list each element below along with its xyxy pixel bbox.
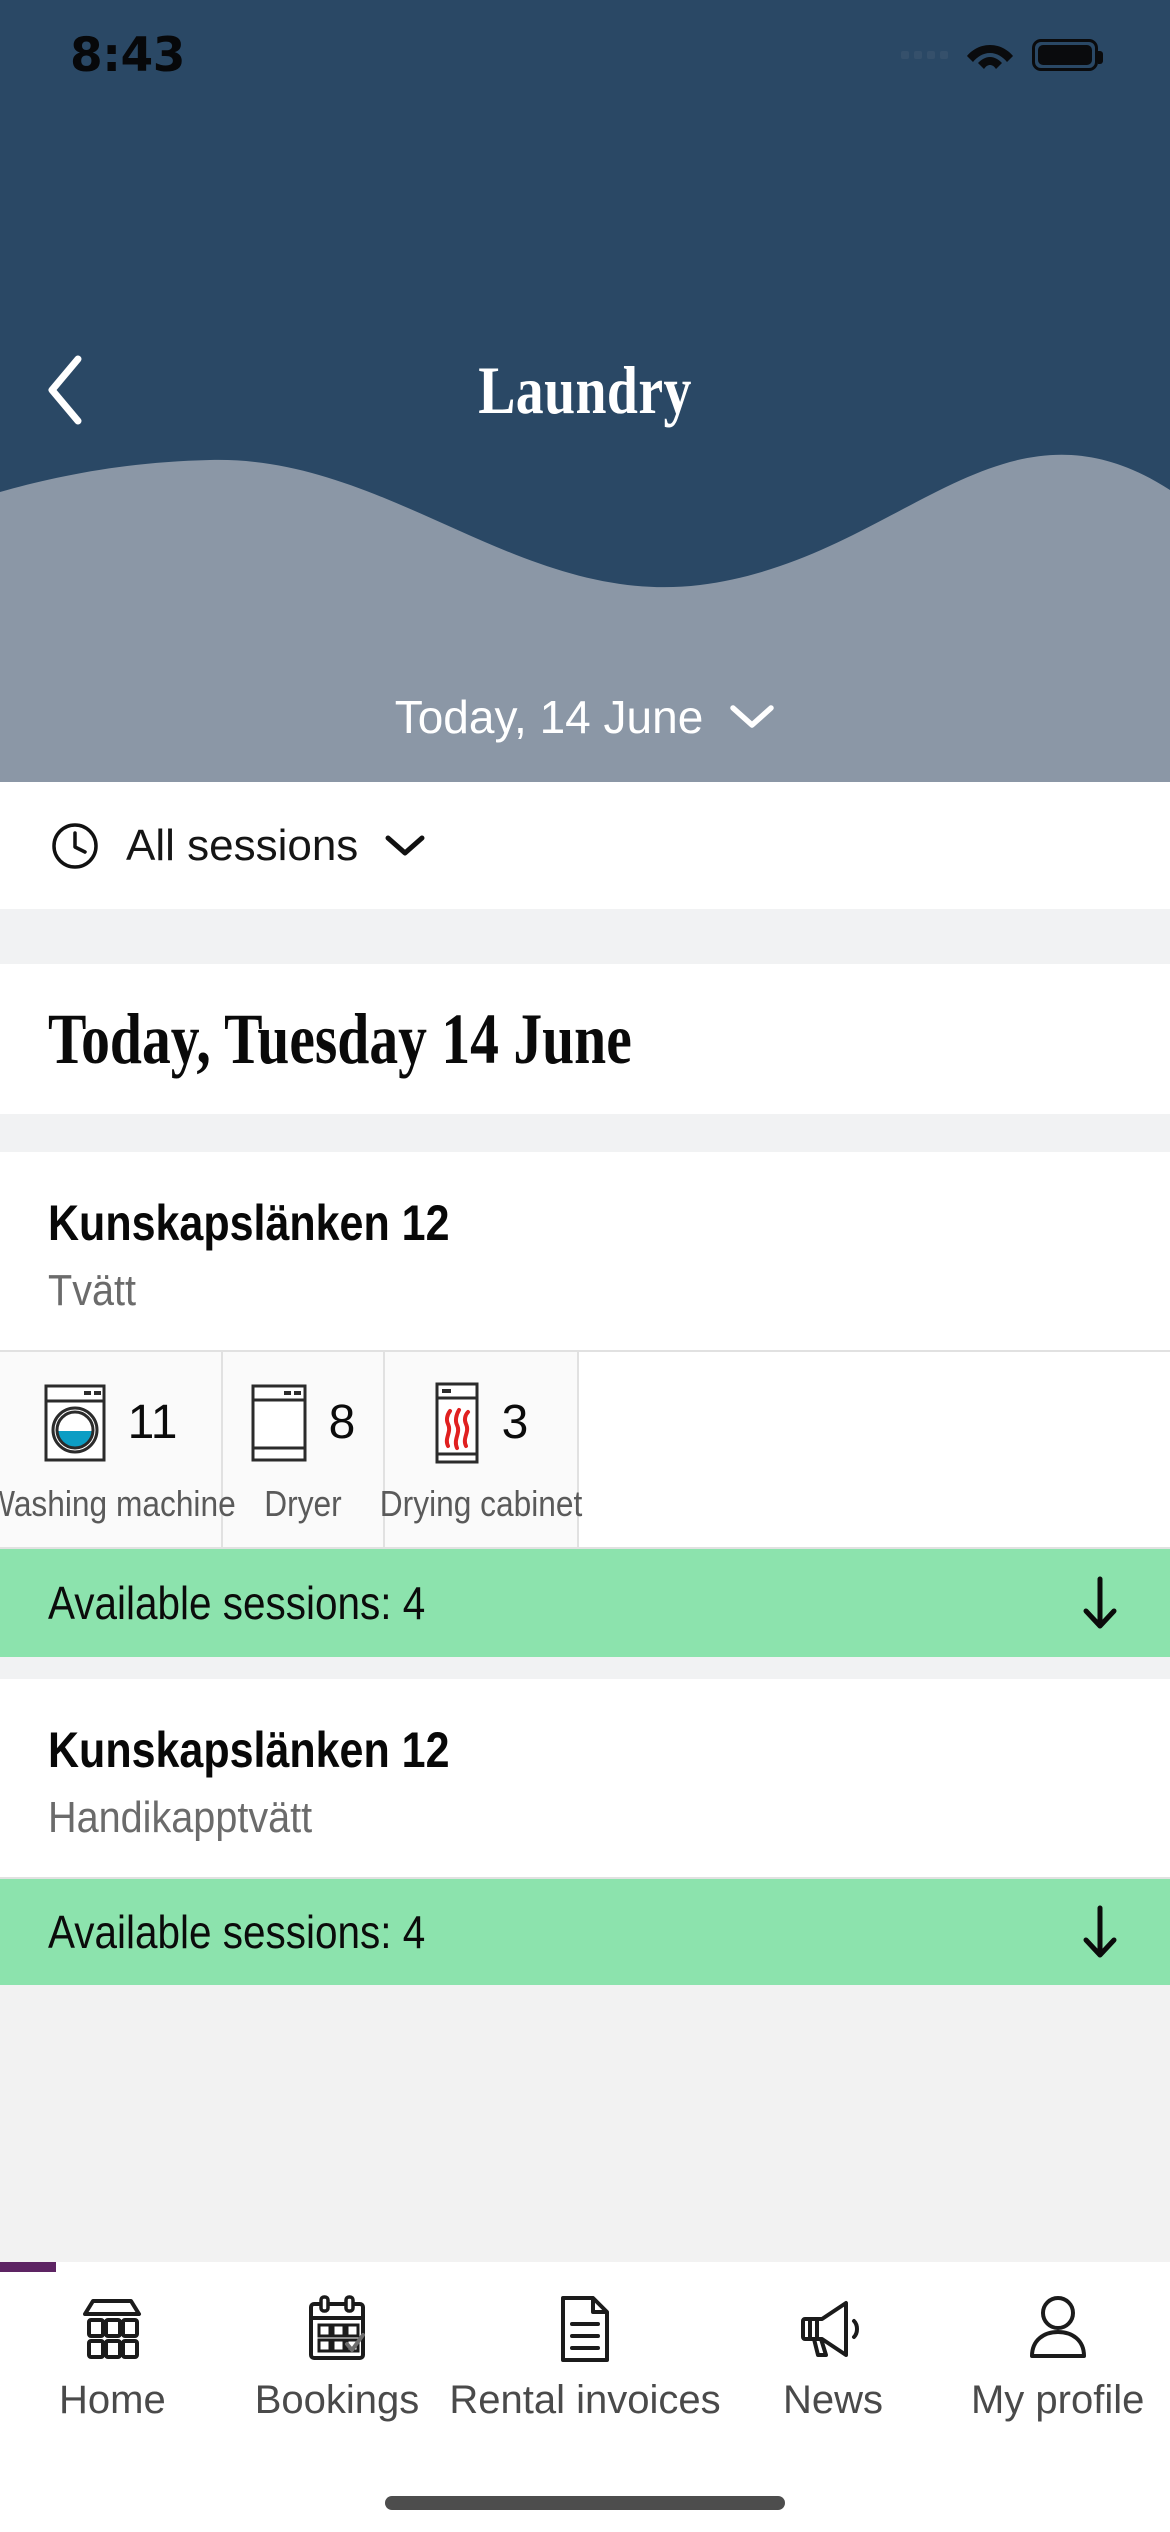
laundry-card-subtitle: Tvätt (48, 1266, 137, 1315)
tab-label: News (782, 2378, 883, 2422)
machine-label: Drying cabinet (379, 1482, 583, 1524)
availability-label: Available sessions: 4 (48, 1906, 426, 1958)
tab-indicator (0, 2262, 56, 2272)
section-divider (0, 909, 1170, 964)
tab-news[interactable]: News (721, 2262, 946, 2423)
status-bar-indicators (901, 37, 1103, 73)
machine-count: 11 (127, 1396, 178, 1449)
megaphone-icon (798, 2292, 868, 2366)
day-heading: Today, Tuesday 14 June (48, 998, 632, 1079)
status-bar-time: 8:43 (70, 27, 185, 83)
availability-label: Available sessions: 4 (48, 1577, 426, 1629)
section-divider (0, 1114, 1170, 1152)
tab-home[interactable]: Home (0, 2262, 225, 2423)
laundry-card-header: Kunskapslänken 12 Handikapptvätt (0, 1679, 1170, 1877)
date-selector-label: Today, 14 June (394, 691, 704, 743)
person-icon (1026, 2292, 1090, 2366)
machine-label: Dryer (264, 1482, 342, 1524)
battery-icon (1032, 39, 1103, 71)
machine-summary-row: 11 Washing machine 8 Dryer 3 Drying cabi… (0, 1350, 1170, 1549)
navigation-bar: Laundry (0, 330, 1170, 450)
section-divider (0, 1657, 1170, 1679)
tab-my-profile[interactable]: My profile (945, 2262, 1170, 2423)
laundry-card-header: Kunskapslänken 12 Tvätt (0, 1152, 1170, 1350)
tab-label: My profile (970, 2378, 1145, 2422)
chevron-down-icon (385, 835, 425, 855)
chevron-left-icon (48, 355, 82, 425)
tab-rental-invoices[interactable]: Rental invoices (449, 2262, 721, 2423)
tab-label: Bookings (254, 2378, 420, 2422)
machine-label: Washing machine (0, 1482, 236, 1524)
laundry-card-subtitle: Handikapptvätt (48, 1793, 313, 1842)
wifi-icon (967, 45, 1013, 69)
machine-washing-machine[interactable]: 11 Washing machine (0, 1352, 236, 1547)
status-bar: 8:43 (0, 0, 1170, 110)
laundry-card: Kunskapslänken 12 Tvätt 11 Washing machi… (0, 1152, 1170, 1657)
signal-dots-icon (901, 51, 948, 59)
clock-icon (52, 822, 98, 869)
home-indicator[interactable] (385, 2496, 785, 2510)
page-title: Laundry (478, 351, 692, 428)
availability-bar[interactable]: Available sessions: 4 (0, 1877, 1170, 1985)
arrow-down-icon (1083, 1576, 1117, 1629)
machine-count: 3 (501, 1396, 529, 1449)
session-filter[interactable]: All sessions (0, 782, 1170, 909)
machine-count: 8 (328, 1396, 356, 1449)
availability-bar[interactable]: Available sessions: 4 (0, 1549, 1170, 1657)
laundry-card-title: Kunskapslänken 12 (48, 1195, 450, 1251)
drying-cabinet-icon (435, 1382, 479, 1463)
session-filter-label: All sessions (126, 820, 359, 870)
building-icon (77, 2292, 147, 2366)
laundry-card-title: Kunskapslänken 12 (48, 1722, 450, 1778)
arrow-down-icon (1083, 1905, 1117, 1958)
washing-machine-icon (44, 1384, 106, 1461)
machine-row-spacer (579, 1352, 1170, 1547)
calendar-check-icon (305, 2292, 369, 2366)
dryer-icon (251, 1384, 307, 1461)
chevron-down-icon (730, 705, 775, 728)
machine-dryer[interactable]: 8 Dryer (223, 1352, 385, 1547)
page-header: 8:43 Laundry Today, 14 June (0, 0, 1170, 782)
day-heading-section: Today, Tuesday 14 June (0, 964, 1170, 1114)
date-selector[interactable]: Today, 14 June (0, 690, 1170, 744)
laundry-card: Kunskapslänken 12 Handikapptvätt Availab… (0, 1679, 1170, 1985)
app-screen: 8:43 Laundry Today, 14 June All sessions… (0, 0, 1170, 2532)
bottom-navigation: Home Bookings Rental invoices News My pr… (0, 2262, 1170, 2532)
tab-label: Home (58, 2378, 166, 2422)
document-icon (555, 2292, 615, 2366)
tab-bookings[interactable]: Bookings (225, 2262, 450, 2423)
machine-drying-cabinet[interactable]: 3 Drying cabinet (380, 1352, 582, 1547)
tab-label: Rental invoices (449, 2378, 721, 2422)
